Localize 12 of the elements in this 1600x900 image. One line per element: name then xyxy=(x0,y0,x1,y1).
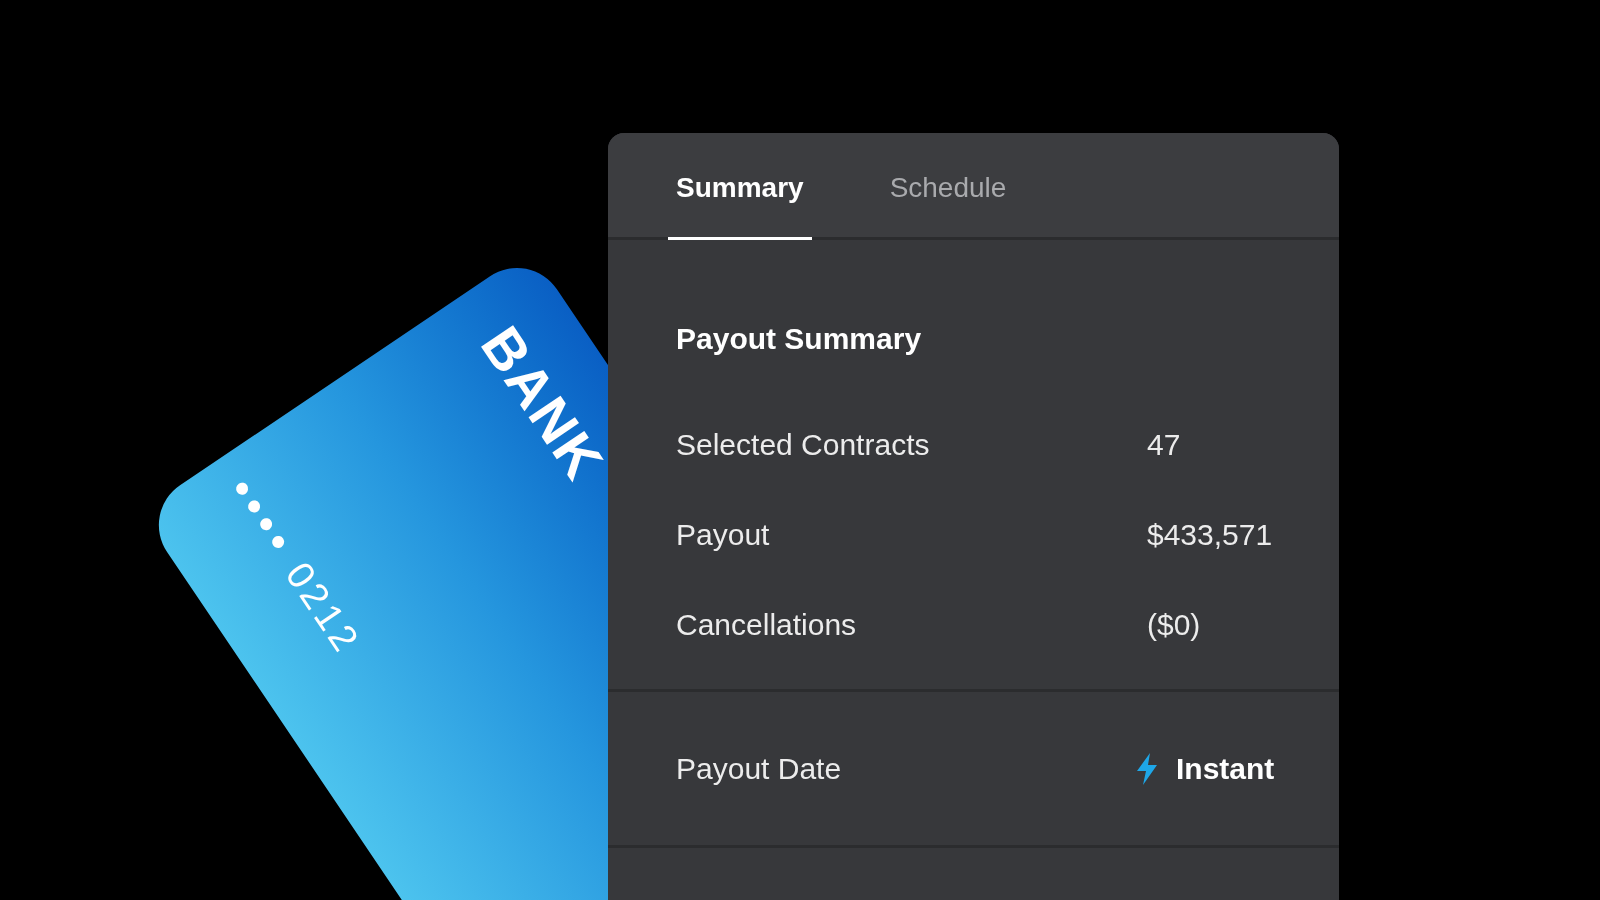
section-title: Payout Summary xyxy=(676,324,923,354)
row-label: Cancellations xyxy=(676,606,858,643)
row-label: Payout xyxy=(676,516,771,553)
row-value: 47 xyxy=(1147,426,1181,463)
payout-date-value: Instant xyxy=(1176,751,1275,787)
tab[interactable]: Summary xyxy=(668,167,812,240)
row-label: Selected Contracts xyxy=(676,426,931,463)
row-value: $433,571 xyxy=(1147,516,1273,553)
payout-date-label: Payout Date xyxy=(676,751,843,787)
lightning-icon xyxy=(1134,751,1160,786)
row-value: ($0) xyxy=(1147,606,1201,643)
tab[interactable]: Schedule xyxy=(881,167,1015,240)
